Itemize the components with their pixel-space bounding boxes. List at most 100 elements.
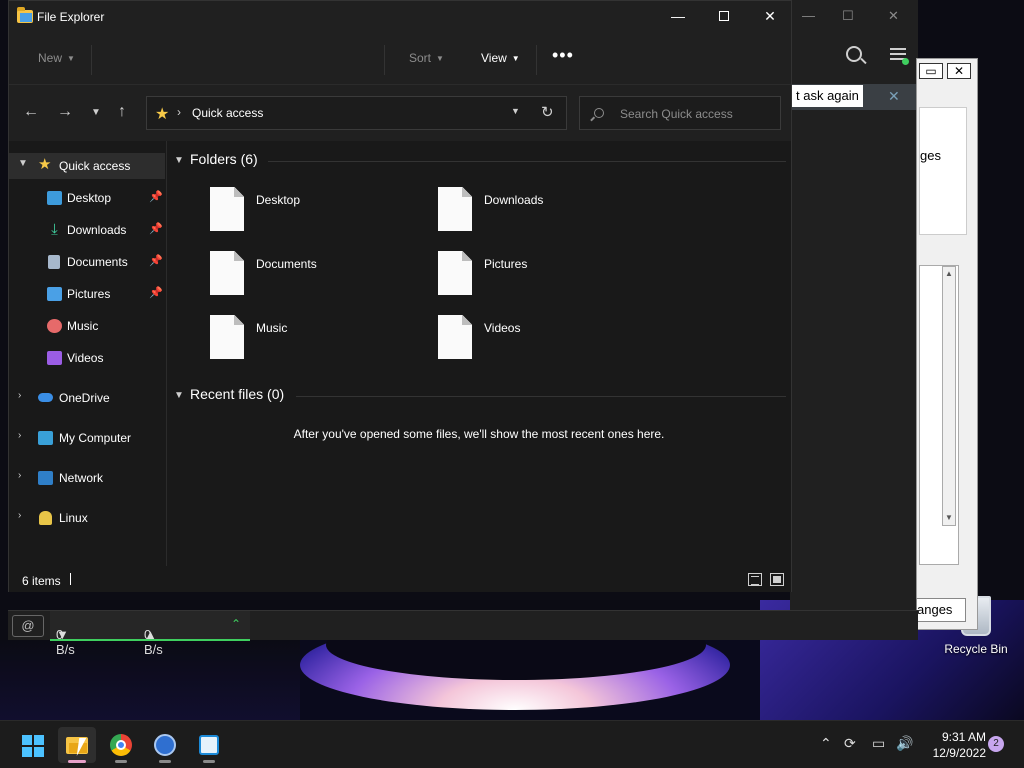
nav-label: Documents bbox=[67, 255, 128, 269]
background-titlebar: — ☐ ✕ bbox=[790, 0, 918, 30]
running-indicator bbox=[68, 760, 86, 763]
clock-date: 12/9/2022 bbox=[932, 746, 986, 760]
file-icon bbox=[210, 315, 244, 359]
close-button[interactable]: ✕ bbox=[747, 1, 793, 31]
nav-item-downloads[interactable]: ⤓ Downloads 📌 bbox=[9, 217, 165, 243]
taskbar-file-explorer[interactable] bbox=[58, 727, 96, 763]
nav-item-linux[interactable]: › Linux bbox=[9, 505, 165, 531]
nav-item-quick-access[interactable]: ▼ ★ Quick access bbox=[9, 153, 165, 179]
sort-label: Sort bbox=[409, 51, 432, 65]
folder-tile[interactable]: Downloads bbox=[438, 187, 658, 239]
nav-item-documents[interactable]: Documents 📌 bbox=[9, 249, 165, 275]
taskbar-chrome[interactable] bbox=[102, 727, 140, 763]
refresh-icon[interactable]: ↻ bbox=[541, 103, 554, 121]
folder-tile[interactable]: Music bbox=[210, 315, 430, 367]
linux-penguin-icon bbox=[39, 511, 52, 525]
dialog-scrollbar[interactable]: ▲ ▼ bbox=[942, 266, 956, 526]
divider bbox=[296, 396, 786, 397]
snail-icon[interactable]: @ bbox=[12, 615, 44, 637]
tile-label: Documents bbox=[256, 257, 317, 271]
apply-changes-button[interactable]: anges bbox=[916, 598, 966, 622]
folder-tile[interactable]: Videos bbox=[438, 315, 658, 367]
notification-badge[interactable]: 2 bbox=[988, 736, 1004, 752]
dialog-close-button[interactable]: ✕ bbox=[947, 63, 971, 79]
view-label: View bbox=[481, 51, 507, 65]
start-button[interactable] bbox=[12, 727, 50, 763]
notification-close-icon[interactable]: ✕ bbox=[888, 88, 900, 105]
network-icon bbox=[38, 471, 53, 485]
folder-tile[interactable]: Pictures bbox=[438, 251, 658, 303]
scroll-down-icon[interactable]: ▼ bbox=[945, 513, 953, 522]
monitor-icon[interactable]: ▭ bbox=[872, 735, 885, 752]
recent-empty-message: After you've opened some files, we'll sh… bbox=[293, 427, 665, 441]
breadcrumb-chevron-icon[interactable]: › bbox=[177, 105, 181, 119]
chevron-down-icon[interactable]: ▼ bbox=[174, 390, 184, 401]
nav-item-onedrive[interactable]: › OneDrive bbox=[9, 385, 165, 411]
computer-icon bbox=[38, 431, 53, 445]
chevron-down-icon[interactable]: ▼ bbox=[18, 158, 28, 169]
dialog-maximize-button[interactable]: ▭ bbox=[919, 63, 943, 79]
chevron-right-icon[interactable]: › bbox=[18, 470, 21, 481]
search-input[interactable]: Search Quick access bbox=[579, 96, 781, 130]
view-button[interactable]: View ▼ bbox=[481, 51, 520, 65]
forward-arrow-icon[interactable]: → bbox=[57, 103, 73, 121]
nav-item-pictures[interactable]: Pictures 📌 bbox=[9, 281, 165, 307]
new-button[interactable]: New ▼ bbox=[38, 51, 75, 65]
nav-label: Music bbox=[67, 319, 99, 333]
address-dropdown-icon[interactable]: ▼ bbox=[511, 106, 520, 116]
speed-readout[interactable]: ▼ 0 B/s ▲ 0 B/s ⌃ bbox=[50, 611, 250, 657]
maximize-button[interactable] bbox=[701, 1, 747, 31]
recent-locations-chevron-icon[interactable]: ▼ bbox=[91, 107, 101, 118]
nav-item-desktop[interactable]: Desktop 📌 bbox=[9, 185, 165, 211]
dont-ask-again-button[interactable]: t ask again bbox=[792, 85, 863, 107]
dialog-panel: ges bbox=[919, 107, 967, 235]
file-explorer-icon bbox=[17, 7, 33, 23]
folders-group-header[interactable]: ▼ Folders (6) bbox=[168, 151, 790, 173]
minimize-button[interactable]: — bbox=[655, 1, 701, 31]
see-more-button[interactable]: ••• bbox=[552, 45, 574, 66]
chevron-down-icon[interactable]: ▼ bbox=[174, 155, 184, 166]
nav-item-my-computer[interactable]: › My Computer bbox=[9, 425, 165, 451]
address-bar[interactable]: ★ › Quick access ▼ ↻ bbox=[146, 96, 567, 130]
status-bar: 6 items bbox=[9, 566, 791, 592]
nav-item-music[interactable]: Music bbox=[9, 313, 165, 339]
details-view-icon[interactable] bbox=[748, 573, 762, 586]
divider bbox=[268, 161, 786, 162]
search-icon[interactable] bbox=[846, 46, 862, 62]
chevron-down-icon: ▼ bbox=[511, 54, 520, 63]
file-icon bbox=[438, 315, 472, 359]
chevron-right-icon[interactable]: › bbox=[18, 430, 21, 441]
scroll-up-icon[interactable]: ▲ bbox=[945, 269, 953, 278]
title-bar[interactable]: File Explorer — ✕ bbox=[9, 1, 791, 33]
background-window[interactable]: — ☐ ✕ t ask again ✕ bbox=[790, 0, 918, 640]
up-arrow-icon[interactable]: ↑ bbox=[118, 103, 126, 121]
chrome-icon bbox=[110, 734, 132, 756]
close-icon[interactable]: ✕ bbox=[888, 8, 899, 24]
nav-item-network[interactable]: › Network bbox=[9, 465, 165, 491]
minimize-icon[interactable]: — bbox=[802, 8, 815, 23]
show-hidden-icons-chevron-icon[interactable]: ⌃ bbox=[820, 735, 832, 752]
download-icon: ⤓ bbox=[51, 221, 58, 238]
chevron-right-icon[interactable]: › bbox=[18, 510, 21, 521]
maximize-icon[interactable]: ☐ bbox=[842, 8, 854, 24]
taskbar-clock[interactable]: 9:31 AM 12/9/2022 bbox=[910, 729, 986, 761]
breadcrumb-quick-access[interactable]: Quick access bbox=[192, 106, 263, 120]
recent-files-group-header[interactable]: ▼ Recent files (0) bbox=[168, 386, 790, 408]
expand-chevron-icon[interactable]: ⌃ bbox=[231, 617, 241, 631]
sync-icon[interactable]: ⟳ bbox=[844, 735, 856, 752]
nav-label: Network bbox=[59, 471, 104, 485]
desktop-icon bbox=[47, 191, 62, 205]
sort-button[interactable]: Sort ▼ bbox=[409, 51, 444, 65]
chevron-right-icon[interactable]: › bbox=[18, 390, 21, 401]
back-arrow-icon[interactable]: ← bbox=[23, 103, 39, 121]
recent-header-title: Recent files (0) bbox=[190, 386, 285, 402]
recycle-bin-label: Recycle Bin bbox=[944, 642, 1008, 656]
nav-item-videos[interactable]: Videos bbox=[9, 345, 165, 371]
folder-tile[interactable]: Documents bbox=[210, 251, 430, 303]
divider bbox=[91, 45, 92, 75]
large-icons-view-icon[interactable] bbox=[770, 573, 784, 586]
taskbar-network-app[interactable] bbox=[146, 727, 184, 763]
taskbar-remote-desktop[interactable] bbox=[190, 727, 228, 763]
content-pane: ▼ Folders (6) Desktop Downloads Document… bbox=[168, 141, 790, 566]
folder-tile[interactable]: Desktop bbox=[210, 187, 430, 239]
